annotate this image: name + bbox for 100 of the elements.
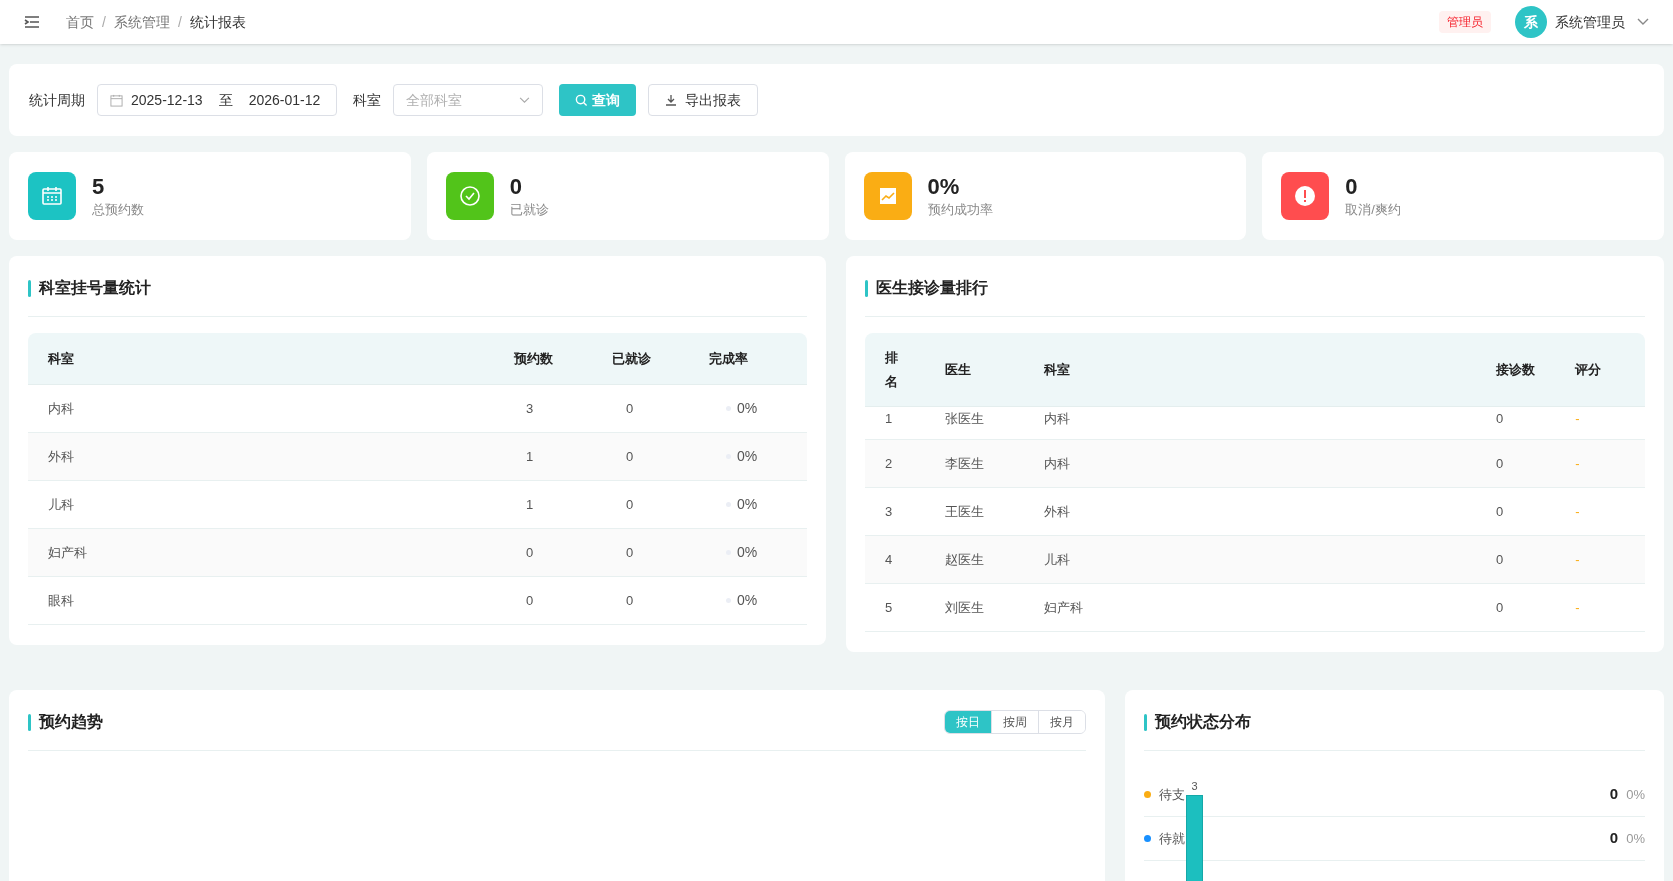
breadcrumb-item: 统计报表 — [189, 12, 246, 32]
department-label: 科室 — [353, 90, 381, 110]
stat-label: 取消/爽约 — [1345, 201, 1401, 219]
column-header: 医生 — [944, 360, 972, 379]
calendar-icon — [40, 184, 64, 208]
stat-label: 总预约数 — [92, 201, 144, 219]
stat-label: 已就诊 — [509, 201, 549, 219]
column-header: 科室 — [48, 349, 75, 368]
table-cell-text: 0 — [1495, 502, 1505, 521]
check-circle-icon — [457, 184, 482, 208]
table-cell-text: 王医生 — [944, 502, 985, 521]
table-cell-text: 刘医生 — [944, 598, 985, 617]
table-cell-text: - — [1575, 598, 1581, 617]
table-cell-text: - — [1575, 410, 1581, 428]
export-button[interactable]: 导出报表 — [648, 84, 758, 116]
title-accent — [28, 713, 31, 731]
table-cell-text: 1 — [885, 410, 894, 428]
user-name[interactable]: 系统管理员 — [1555, 11, 1625, 33]
table-cell-text: 李医生 — [944, 454, 985, 473]
stat-value: 5 — [92, 172, 106, 200]
start-date: 2025-12-13 — [131, 90, 203, 110]
download-icon — [665, 94, 677, 106]
status-percent: 0% — [1626, 829, 1645, 848]
table-cell-text: 0 — [626, 399, 635, 418]
table-cell-text: 4 — [885, 550, 894, 569]
table-cell-text: 儿科 — [1043, 550, 1071, 569]
column-header: 接诊数 — [1495, 360, 1536, 379]
section-title: 预约状态分布 — [1155, 712, 1251, 732]
column-header: 科室 — [1044, 360, 1072, 379]
search-icon — [575, 93, 588, 107]
table-cell-text: 内科 — [48, 399, 75, 418]
table-cell-text: - — [1575, 502, 1581, 521]
table-cell-text: 3 — [526, 399, 535, 418]
table-cell-text: 1 — [526, 447, 535, 466]
table-cell-text: 0% — [737, 447, 758, 466]
column-header: 排名 — [885, 349, 899, 391]
section-title: 科室挂号量统计 — [39, 278, 151, 298]
period-tab[interactable]: 按月 — [1038, 711, 1085, 733]
title-accent — [28, 279, 31, 297]
table-cell-text: 内科 — [1043, 454, 1071, 473]
section-title: 医生接诊量排行 — [876, 278, 988, 298]
end-date: 2026-01-12 — [248, 90, 321, 110]
table-cell-text: 眼科 — [48, 591, 75, 610]
table-cell-text: 0 — [1495, 410, 1505, 428]
stat-value: 0 — [1345, 172, 1359, 200]
table-cell-text: 0 — [626, 543, 635, 562]
table-cell-text: 内科 — [1043, 410, 1071, 428]
table-cell-text: 0 — [626, 495, 635, 514]
section-title: 预约趋势 — [39, 712, 103, 732]
column-header: 评分 — [1575, 360, 1603, 379]
table-cell-text: 0% — [737, 591, 758, 610]
breadcrumb-separator: / — [102, 12, 106, 32]
title-accent — [865, 279, 868, 297]
table-cell-text: 0 — [626, 591, 635, 610]
table-cell-text: 张医生 — [944, 410, 985, 428]
status-count: 0 — [1609, 828, 1619, 849]
table-cell-text: 0% — [737, 543, 758, 562]
table-cell-text: 0 — [526, 591, 535, 610]
breadcrumb-item[interactable]: 系统管理 — [113, 11, 170, 33]
table-cell-text: 外科 — [1043, 502, 1071, 521]
table-cell-text: 0 — [626, 447, 635, 466]
period-label: 统计周期 — [29, 90, 85, 110]
table-cell-text: 儿科 — [48, 495, 75, 514]
date-separator: 至 — [218, 90, 233, 110]
date-range-field[interactable]: 2025-12-13 至 2026-01-12 — [97, 84, 337, 116]
table-cell-text: 0 — [1495, 550, 1505, 569]
table-cell-text: 0% — [737, 399, 758, 418]
chevron-down-icon[interactable] — [1637, 18, 1649, 26]
table-cell-text: 赵医生 — [944, 550, 985, 569]
table-cell-text: 0 — [526, 543, 535, 562]
breadcrumb-item[interactable]: 首页 — [66, 11, 94, 33]
table-cell-text: 妇产科 — [1043, 598, 1084, 617]
table-cell-text: 5 — [885, 598, 894, 617]
chevron-down-icon — [519, 96, 530, 104]
status-percent: 0% — [1626, 785, 1645, 804]
stat-label: 预约成功率 — [927, 201, 993, 219]
table-cell-text: - — [1575, 550, 1581, 569]
role-badge: 管理员 — [1439, 11, 1491, 33]
alert-icon — [1293, 184, 1318, 208]
breadcrumb-separator: / — [177, 12, 182, 32]
column-header: 已就诊 — [611, 349, 652, 368]
table-cell-text: - — [1575, 454, 1581, 473]
table-cell-text: 0 — [1495, 454, 1505, 473]
status-count: 0 — [1609, 784, 1619, 805]
table-cell-text: 0 — [1495, 598, 1505, 617]
column-header: 完成率 — [709, 349, 749, 368]
table-cell-text: 2 — [885, 454, 894, 473]
status-label: 待支 — [1159, 785, 1185, 804]
table-cell-text: 3 — [885, 502, 894, 521]
menu-icon[interactable] — [24, 15, 40, 29]
table-cell-text: 0% — [737, 495, 758, 514]
table-cell-text: 1 — [526, 495, 535, 514]
table-cell-text: 外科 — [48, 447, 75, 466]
bar-value-label: 3 — [1191, 779, 1198, 794]
status-label: 待就 — [1159, 829, 1185, 848]
title-accent — [1144, 713, 1147, 731]
stat-value: 0% — [927, 172, 961, 200]
stat-value: 0 — [509, 172, 523, 200]
column-header: 预约数 — [514, 349, 554, 368]
table-cell-text: 妇产科 — [48, 543, 88, 562]
